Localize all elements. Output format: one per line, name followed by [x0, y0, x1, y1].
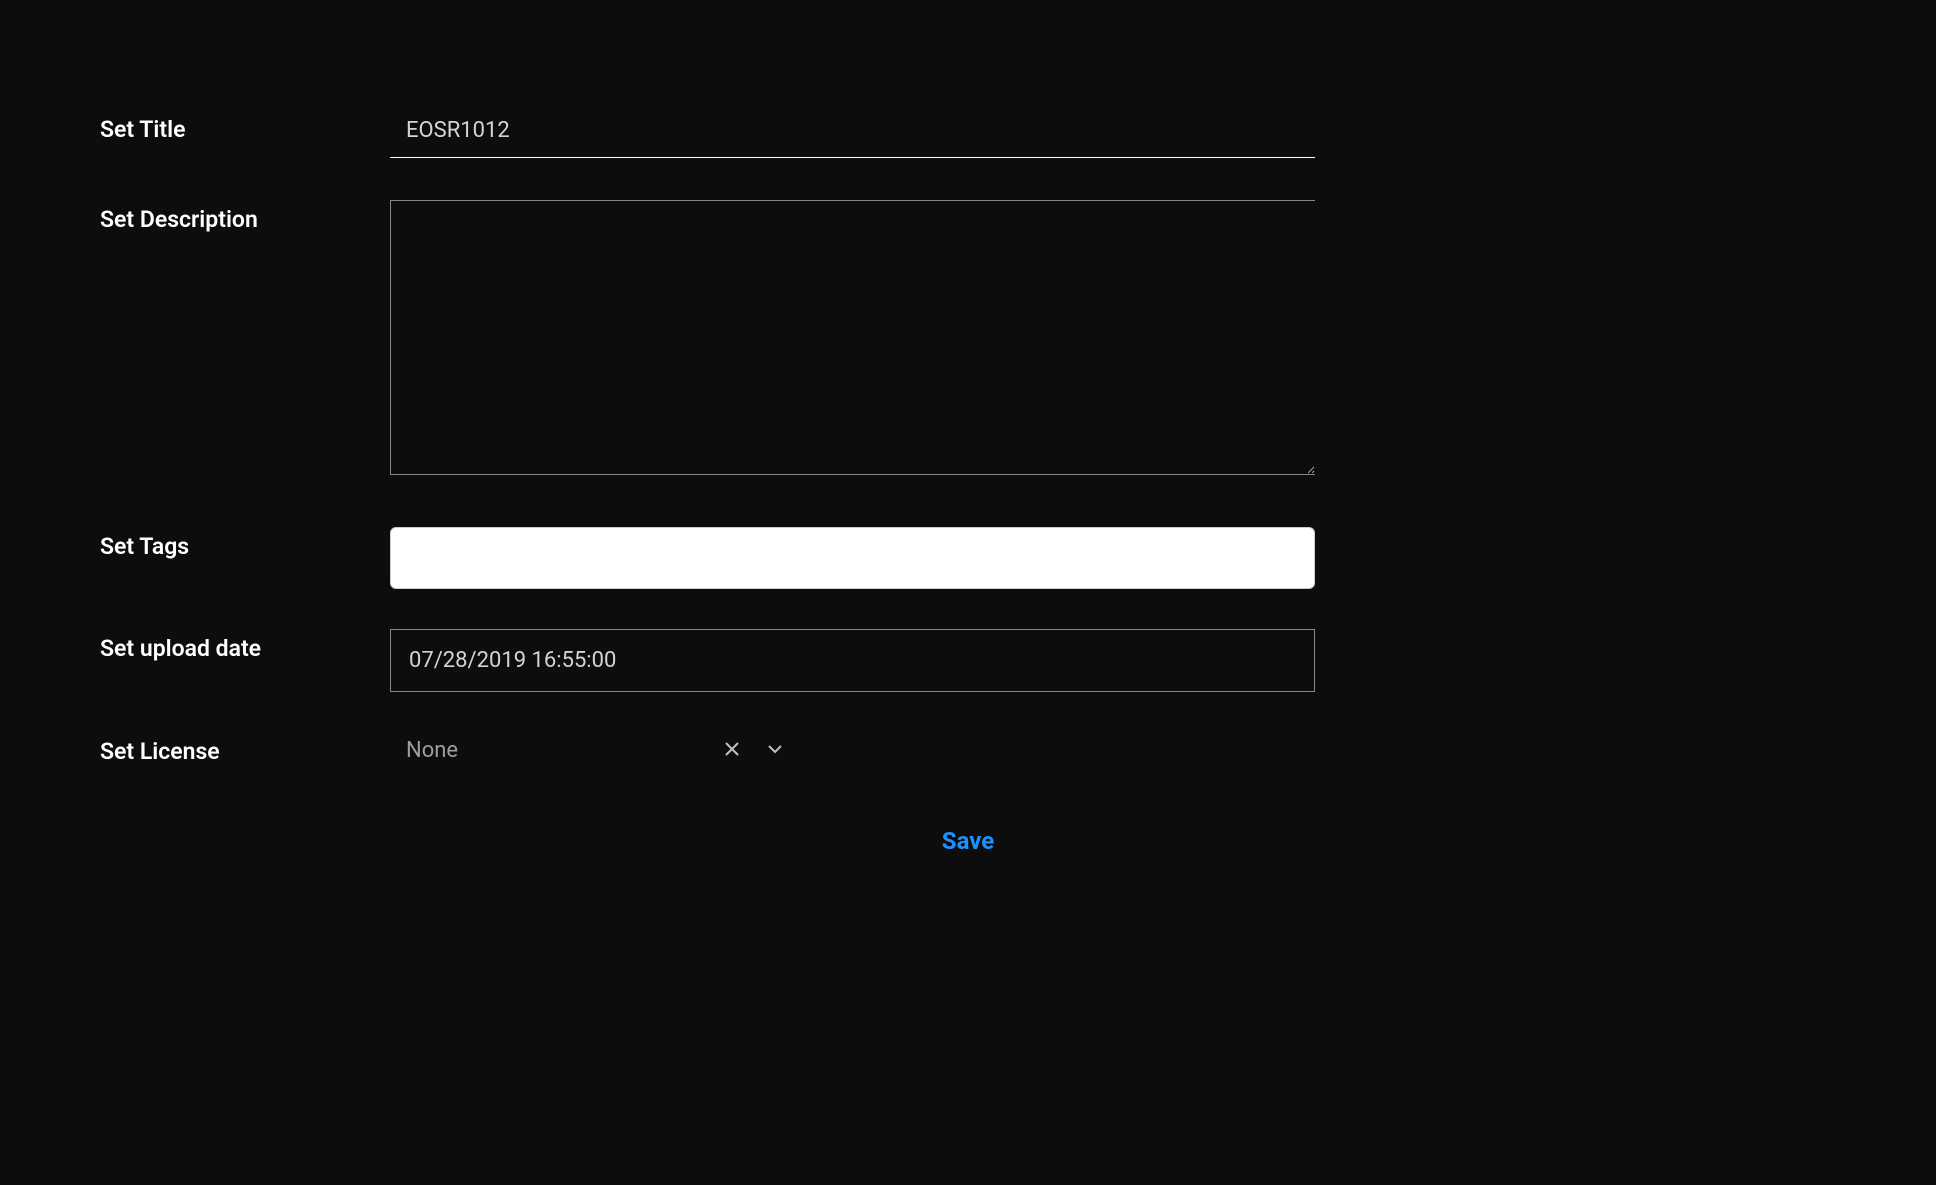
license-dropdown-button[interactable] — [760, 734, 790, 767]
tags-label: Set Tags — [100, 527, 390, 560]
tags-input[interactable] — [390, 527, 1315, 589]
tags-field-wrap — [390, 527, 1315, 589]
license-clear-button[interactable] — [718, 735, 746, 766]
description-field-wrap — [390, 200, 1315, 479]
tags-row: Set Tags — [100, 527, 1836, 589]
title-field-wrap — [390, 110, 1315, 158]
license-selected-value: None — [390, 732, 710, 769]
upload-date-input[interactable] — [390, 629, 1315, 692]
upload-date-field-wrap — [390, 629, 1315, 692]
save-button[interactable]: Save — [926, 819, 1010, 863]
license-label: Set License — [100, 732, 390, 765]
close-icon — [722, 739, 742, 762]
upload-date-label: Set upload date — [100, 629, 390, 662]
license-row: Set License None — [100, 732, 1836, 769]
save-row: Save — [100, 819, 1836, 863]
license-select[interactable]: None — [390, 732, 1315, 769]
edit-form: Set Title Set Description Set Tags Set u… — [0, 0, 1936, 903]
license-controls — [718, 734, 790, 767]
chevron-down-icon — [764, 738, 786, 763]
title-label: Set Title — [100, 110, 390, 143]
title-input[interactable] — [390, 110, 1315, 158]
license-field-wrap: None — [390, 732, 1315, 769]
description-label: Set Description — [100, 200, 390, 233]
description-textarea[interactable] — [390, 200, 1315, 475]
description-row: Set Description — [100, 200, 1836, 479]
upload-date-row: Set upload date — [100, 629, 1836, 692]
title-row: Set Title — [100, 110, 1836, 158]
